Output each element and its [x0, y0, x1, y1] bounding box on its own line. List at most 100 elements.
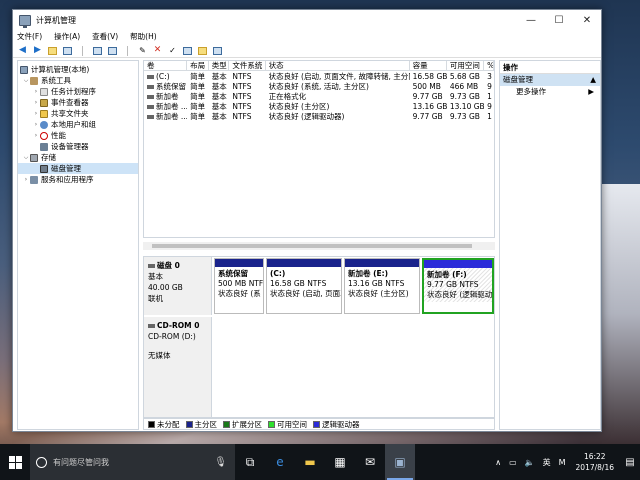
checkmark-icon[interactable]: ✓ [167, 46, 178, 56]
tree-shared-folders[interactable]: › 共享文件夹 [18, 108, 138, 119]
table-row[interactable]: 新加卷 简单 基本 NTFS 正在格式化 9.77 GB 9.73 GB 1 [144, 91, 494, 101]
cell-free: 9.73 GB [449, 91, 480, 101]
tree-disk-management[interactable]: 磁盘管理 [18, 163, 138, 174]
title-bar[interactable]: 计算机管理 — ☐ ✕ [13, 10, 601, 30]
rescan-icon[interactable] [182, 46, 193, 56]
partition-system-reserved[interactable]: 系统保留 500 MB NTF 状态良好 (系 [214, 258, 264, 314]
toolbar: ◀ ▶ ✎ ✕ ✓ [13, 44, 601, 58]
col-status[interactable]: 状态 [266, 61, 410, 71]
forward-arrow-icon[interactable]: ▶ [32, 46, 43, 56]
microphone-icon[interactable]: 🎙 [214, 457, 227, 468]
properties-icon[interactable] [107, 46, 118, 56]
tree-storage[interactable]: ⌵ 存储 [18, 152, 138, 163]
actions-section-disk-management[interactable]: 磁盘管理 ▲ [500, 74, 600, 86]
folder-icon[interactable] [197, 46, 208, 56]
cell-capacity: 13.16 GB [412, 101, 447, 111]
ime-mode[interactable]: M [559, 458, 566, 467]
menu-help[interactable]: 帮助(H) [130, 31, 157, 42]
expand-arrow-icon[interactable]: › [22, 176, 30, 183]
cell-filesystem: NTFS [232, 101, 252, 111]
tree-performance[interactable]: › 性能 [18, 130, 138, 141]
connect-icon[interactable]: ✎ [137, 46, 148, 56]
file-explorer-icon[interactable]: ▬ [295, 444, 325, 480]
tree-task-scheduler[interactable]: › 任务计划程序 [18, 86, 138, 97]
col-free-space[interactable]: 可用空间 [447, 61, 485, 71]
back-arrow-icon[interactable]: ◀ [17, 46, 28, 56]
task-view-icon[interactable]: ⧉ [235, 444, 265, 480]
tree-services[interactable]: › 服务和应用程序 [18, 174, 138, 185]
expand-arrow-icon[interactable]: › [32, 99, 40, 106]
cell-volume: 系统保留 [156, 81, 186, 91]
collapse-arrow-icon[interactable]: ⌵ [22, 77, 30, 85]
menu-view[interactable]: 查看(V) [92, 31, 118, 42]
col-percent[interactable]: % [484, 61, 494, 71]
table-row[interactable]: 新加卷 ... 简单 基本 NTFS 状态良好 (逻辑驱动器) 9.77 GB … [144, 111, 494, 121]
tree-event-viewer[interactable]: › 事件查看器 [18, 97, 138, 108]
col-layout[interactable]: 布局 [187, 61, 209, 71]
tree-system-tools[interactable]: ⌵ 系统工具 [18, 75, 138, 86]
network-icon[interactable]: ▭ [509, 458, 517, 467]
edge-browser-icon[interactable]: e [265, 444, 295, 480]
expand-arrow-icon[interactable]: › [32, 121, 40, 128]
clock[interactable]: 16:22 2017/8/16 [576, 451, 614, 473]
store-icon[interactable]: ▦ [325, 444, 355, 480]
table-row[interactable]: 新加卷 ... 简单 基本 NTFS 状态良好 (主分区) 13.16 GB 1… [144, 101, 494, 111]
scrollbar-thumb[interactable] [152, 244, 472, 248]
computer-management-taskbar-icon[interactable]: ▣ [385, 444, 415, 480]
horizontal-scrollbar[interactable] [143, 242, 495, 250]
cdrom-0-label[interactable]: CD-ROM 0 CD-ROM (D:) 无媒体 [144, 317, 212, 417]
col-volume[interactable]: 卷 [144, 61, 188, 71]
disk-0-label[interactable]: 磁盘 0 基本 40.00 GB 联机 [144, 257, 212, 315]
tree-device-manager[interactable]: 设备管理器 [18, 141, 138, 152]
up-folder-icon[interactable] [47, 46, 58, 56]
list-view-icon[interactable] [212, 46, 223, 56]
close-button[interactable]: ✕ [573, 10, 601, 30]
cell-capacity: 500 MB [412, 81, 441, 91]
tree-disk-management-label: 磁盘管理 [51, 164, 81, 173]
volume-icon[interactable]: 🔈 [525, 458, 535, 467]
partition-size: 9.77 GB NTFS [427, 280, 479, 289]
col-filesystem[interactable]: 文件系统 [229, 61, 266, 71]
partition-c[interactable]: (C:) 16.58 GB NTFS 状态良好 (启动, 页面3 [266, 258, 342, 314]
tree-root-label: 计算机管理(本地) [31, 65, 90, 74]
tree-root[interactable]: 计算机管理(本地) [18, 64, 138, 75]
menu-action[interactable]: 操作(A) [54, 31, 80, 42]
disk-0-type: 基本 [148, 272, 163, 281]
mail-icon[interactable]: ✉ [355, 444, 385, 480]
expand-arrow-icon[interactable]: › [32, 88, 40, 95]
legend-item: 扩展分区 [223, 419, 262, 430]
taskbar: 有问题尽管问我 🎙 ⧉ e ▬ ▦ ✉ ▣ ∧ ▭ 🔈 英 M 16:22 20… [0, 444, 640, 480]
disk-0-size: 40.00 GB [148, 283, 183, 292]
ime-language[interactable]: 英 [543, 457, 551, 468]
table-row[interactable]: (C:) 简单 基本 NTFS 状态良好 (启动, 页面文件, 故障转储, 主分… [144, 71, 494, 81]
cell-percent: 9 [487, 81, 492, 91]
collapse-arrow-icon[interactable]: ⌵ [22, 154, 30, 162]
menu-file[interactable]: 文件(F) [17, 31, 42, 42]
cortana-search-box[interactable]: 有问题尽管问我 🎙 [30, 444, 235, 480]
partition-f[interactable]: 新加卷 (F:) 9.77 GB NTFS 状态良好 (逻辑驱动 [422, 258, 494, 314]
expand-arrow-icon[interactable]: › [32, 132, 40, 139]
delete-icon[interactable]: ✕ [152, 46, 163, 56]
help-icon[interactable] [92, 46, 103, 56]
tree-local-users[interactable]: › 本地用户和组 [18, 119, 138, 130]
col-type[interactable]: 类型 [209, 61, 230, 71]
partition-status: 状态良好 (主分区) [348, 289, 409, 298]
maximize-button[interactable]: ☐ [545, 10, 573, 30]
more-actions-item[interactable]: 更多操作 ▶ [500, 86, 600, 98]
partition-size: 13.16 GB NTFS [348, 279, 405, 288]
show-hide-tree-icon[interactable] [62, 46, 73, 56]
minimize-button[interactable]: — [517, 10, 545, 30]
expand-arrow-icon[interactable]: › [32, 110, 40, 117]
collapse-triangle-icon[interactable]: ▲ [590, 74, 596, 86]
cdrom-0-status: 无媒体 [148, 351, 171, 360]
table-row[interactable]: 系统保留 简单 基本 NTFS 状态良好 (系统, 活动, 主分区) 500 M… [144, 81, 494, 91]
show-hidden-icons-icon[interactable]: ∧ [495, 458, 501, 467]
cell-volume: 新加卷 ... [156, 111, 188, 121]
col-capacity[interactable]: 容量 [410, 61, 447, 71]
actions-pane: 操作 磁盘管理 ▲ 更多操作 ▶ [499, 60, 601, 430]
start-button[interactable] [0, 444, 30, 480]
cell-volume: 新加卷 ... [156, 101, 188, 111]
cell-percent: 1 [487, 91, 492, 101]
action-center-icon[interactable]: ▤ [620, 457, 640, 468]
partition-e[interactable]: 新加卷 (E:) 13.16 GB NTFS 状态良好 (主分区) [344, 258, 420, 314]
